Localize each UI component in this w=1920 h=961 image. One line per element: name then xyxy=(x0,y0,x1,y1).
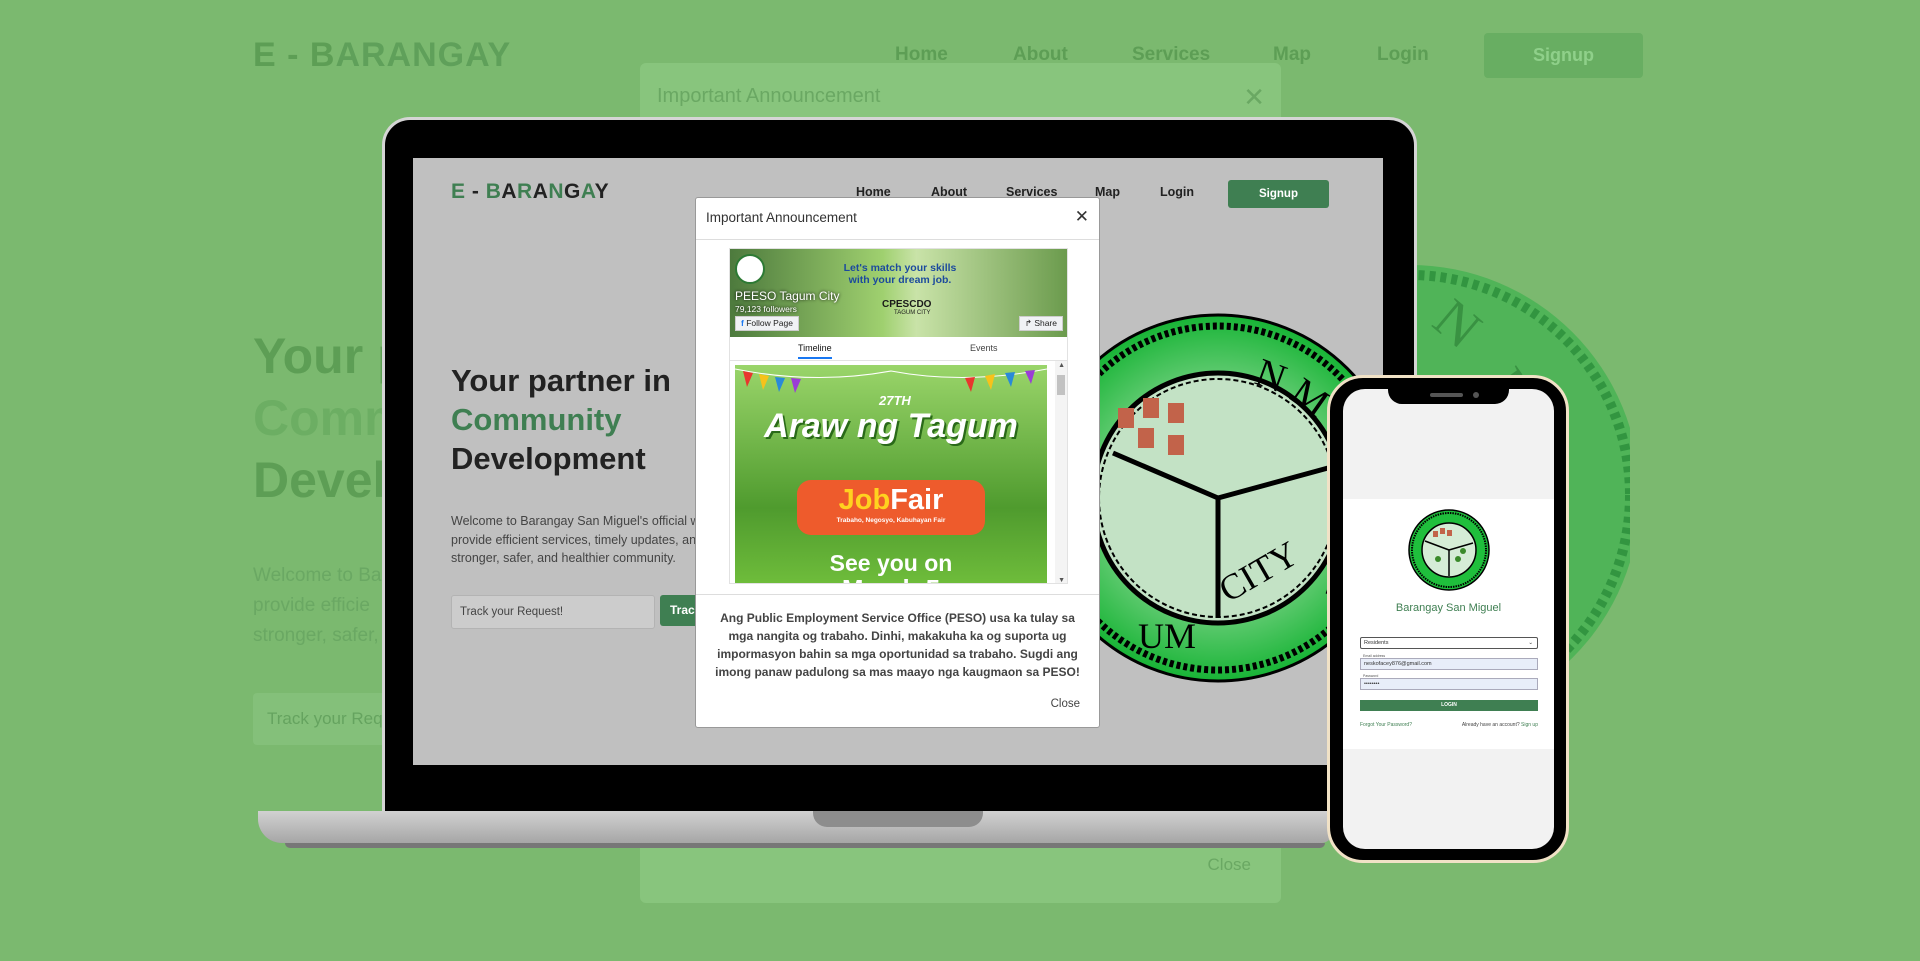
post-jobfair-sub: Trabaho, Negosyo, Kabuhayan Fair xyxy=(836,517,946,524)
forgot-password-link[interactable]: Forgot Your Password? xyxy=(1360,722,1412,728)
modal-header: Important Announcement ✕ xyxy=(696,198,1099,240)
barangay-seal-icon xyxy=(1408,509,1490,591)
modal-title: Important Announcement xyxy=(706,210,857,225)
signup-prompt: Already have an account? Sign up xyxy=(1461,722,1538,728)
background-nav-login[interactable]: Login xyxy=(1377,44,1429,66)
cover-tagline: Let's match your skills with your dream … xyxy=(843,262,957,286)
chevron-down-icon: ⌄ xyxy=(1528,640,1533,646)
login-button[interactable]: LOGIN xyxy=(1360,700,1538,711)
facebook-post-image[interactable]: 27TH Araw ng Tagum JobFair Trabaho, Nego… xyxy=(735,365,1047,583)
post-edition: 27TH xyxy=(879,393,911,408)
password-field[interactable]: •••••••• xyxy=(1360,678,1538,690)
tab-events[interactable]: Events xyxy=(970,343,998,353)
hero-heading: Your partner in Community Development xyxy=(451,363,671,476)
svg-text:UM: UM xyxy=(1138,616,1196,656)
background-modal-title: Important Announcement xyxy=(657,85,881,107)
phone-camera-icon xyxy=(1473,392,1479,398)
peso-logo-icon xyxy=(735,254,765,284)
laptop-hinge-notch xyxy=(813,811,983,827)
tab-timeline[interactable]: Timeline xyxy=(798,343,832,359)
announcement-modal: Important Announcement ✕ Let's match you… xyxy=(695,197,1100,728)
track-request-input[interactable]: Track your Request! xyxy=(451,595,655,629)
post-date: March 5 xyxy=(735,574,1047,583)
share-icon: ↱ xyxy=(1024,318,1035,328)
laptop-base-shadow xyxy=(285,843,1325,848)
background-close-icon[interactable]: ✕ xyxy=(1243,82,1265,113)
laptop-screen: N M I G U E L CITY UM E - BARANGAY Home … xyxy=(413,158,1383,765)
facebook-followers: 79,123 followers xyxy=(735,304,797,314)
role-select[interactable]: Residents ⌄ xyxy=(1360,637,1538,649)
nav-login[interactable]: Login xyxy=(1160,185,1194,199)
modal-close-button[interactable]: Close xyxy=(1051,698,1080,710)
post-see-you: See you on xyxy=(829,550,953,576)
site-logo[interactable]: E - BARANGAY xyxy=(451,180,609,204)
announcement-body: Ang Public Employment Service Office (PE… xyxy=(715,611,1080,679)
email-field[interactable]: neskofacey876@gmail.com xyxy=(1360,658,1538,670)
phone-speaker xyxy=(1430,393,1463,397)
scrollbar-thumb[interactable] xyxy=(1057,375,1065,395)
facebook-page-embed[interactable]: Let's match your skills with your dream … xyxy=(729,248,1068,584)
background-modal-close-button[interactable]: Close xyxy=(1208,855,1251,875)
background-signup-button[interactable]: Signup xyxy=(1484,33,1643,78)
background-nav-map[interactable]: Map xyxy=(1273,44,1311,66)
share-button[interactable]: ↱ Share xyxy=(1018,316,1063,331)
phone-screen: Barangay San Miguel Residents ⌄ Email add… xyxy=(1343,389,1554,849)
welcome-text: Welcome to Barangay San Miguel's officia… xyxy=(451,514,696,565)
cover-org: CPESCDO xyxy=(882,299,932,310)
phone-barangay-title: Barangay San Miguel xyxy=(1395,602,1502,614)
signup-link[interactable]: Sign up xyxy=(1521,722,1538,728)
facebook-cover-image: Let's match your skills with your dream … xyxy=(730,249,1067,337)
scroll-down-icon[interactable]: ▼ xyxy=(1058,577,1065,583)
scroll-up-icon[interactable]: ▲ xyxy=(1058,362,1065,369)
bunting-decoration xyxy=(735,368,1047,393)
close-icon[interactable]: ✕ xyxy=(1075,207,1089,227)
follow-page-button[interactable]: f Follow Page xyxy=(735,316,799,331)
facebook-scrollbar[interactable]: ▲ ▼ xyxy=(1055,361,1067,583)
post-jobfair-banner: JobFair xyxy=(797,480,985,535)
track-button[interactable]: Trac xyxy=(660,595,700,626)
facebook-page-name[interactable]: PEESO Tagum City xyxy=(735,289,839,303)
signup-button[interactable]: Signup xyxy=(1228,180,1329,208)
post-headline: Araw ng Tagum xyxy=(764,407,1018,445)
facebook-tabs: Timeline Events xyxy=(730,337,1067,361)
background-track-input[interactable]: Track your Req xyxy=(253,693,403,745)
background-logo[interactable]: E - BARANGAY xyxy=(253,36,511,75)
modal-divider xyxy=(696,594,1099,595)
laptop-base xyxy=(258,811,1333,843)
cover-org-sub: TAGUM CITY xyxy=(894,310,931,316)
